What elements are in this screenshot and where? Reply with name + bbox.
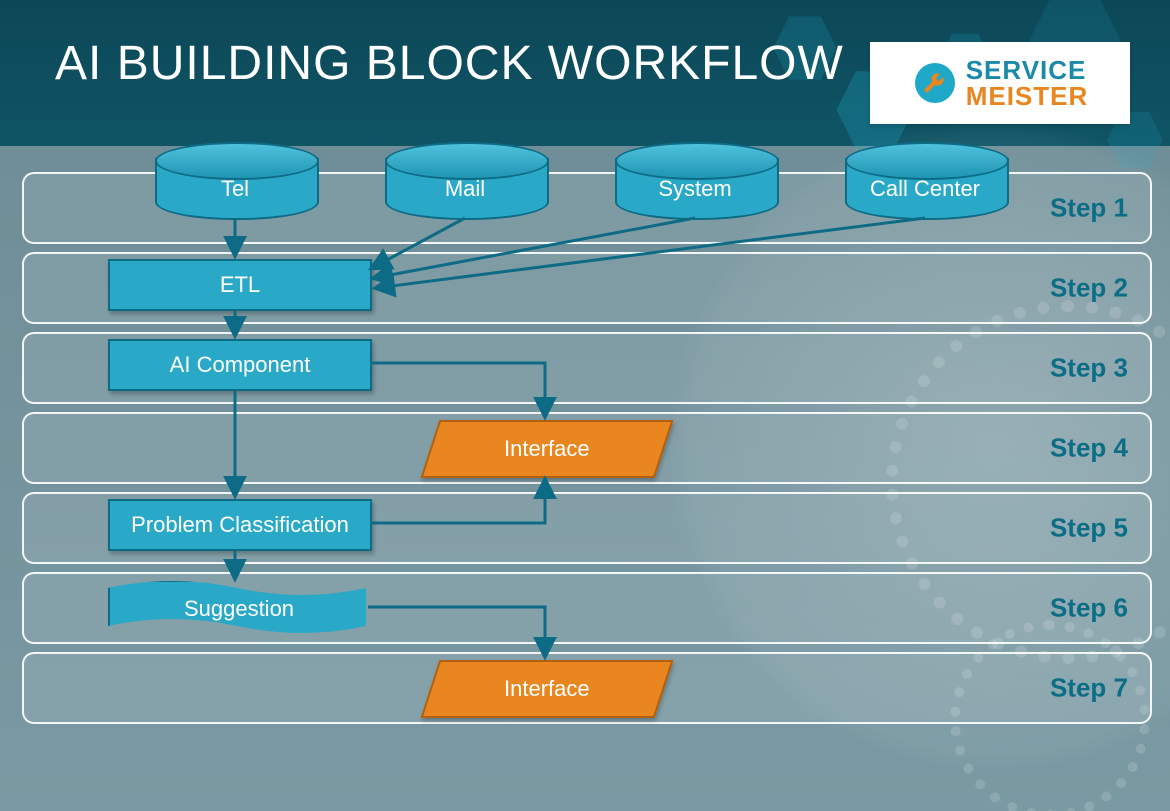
node-label: AI Component xyxy=(170,352,311,378)
step-label: Step 2 xyxy=(1050,273,1128,304)
step-label: Step 6 xyxy=(1050,593,1128,624)
node-label: Suggestion xyxy=(184,596,294,622)
logo-text-line2: MEISTER xyxy=(966,83,1089,109)
step-label: Step 4 xyxy=(1050,433,1128,464)
wrench-hand-icon xyxy=(912,60,958,106)
db-label: Call Center xyxy=(845,176,1005,202)
db-label: System xyxy=(615,176,775,202)
source-db-tel: Tel xyxy=(155,158,315,220)
node-problem-classification: Problem Classification xyxy=(108,499,372,551)
diagram-canvas: AI BUILDING BLOCK WORKFLOW SERVICE MEIST… xyxy=(0,0,1170,811)
node-etl: ETL xyxy=(108,259,372,311)
brand-logo: SERVICE MEISTER xyxy=(870,42,1130,124)
step-label: Step 7 xyxy=(1050,673,1128,704)
node-label: Interface xyxy=(504,436,590,462)
step-label: Step 5 xyxy=(1050,513,1128,544)
node-label: Problem Classification xyxy=(131,512,349,538)
node-label: Interface xyxy=(504,676,590,702)
node-label: ETL xyxy=(220,272,260,298)
node-interface-b: Interface xyxy=(421,660,674,718)
node-interface-a: Interface xyxy=(421,420,674,478)
logo-text-line1: SERVICE xyxy=(966,57,1089,83)
step-label: Step 3 xyxy=(1050,353,1128,384)
db-label: Mail xyxy=(385,176,545,202)
source-db-call-center: Call Center xyxy=(845,158,1005,220)
source-db-mail: Mail xyxy=(385,158,545,220)
node-ai-component: AI Component xyxy=(108,339,372,391)
source-db-system: System xyxy=(615,158,775,220)
db-label: Tel xyxy=(155,176,315,202)
step-label: Step 1 xyxy=(1050,193,1128,224)
page-title: AI BUILDING BLOCK WORKFLOW xyxy=(55,36,844,91)
